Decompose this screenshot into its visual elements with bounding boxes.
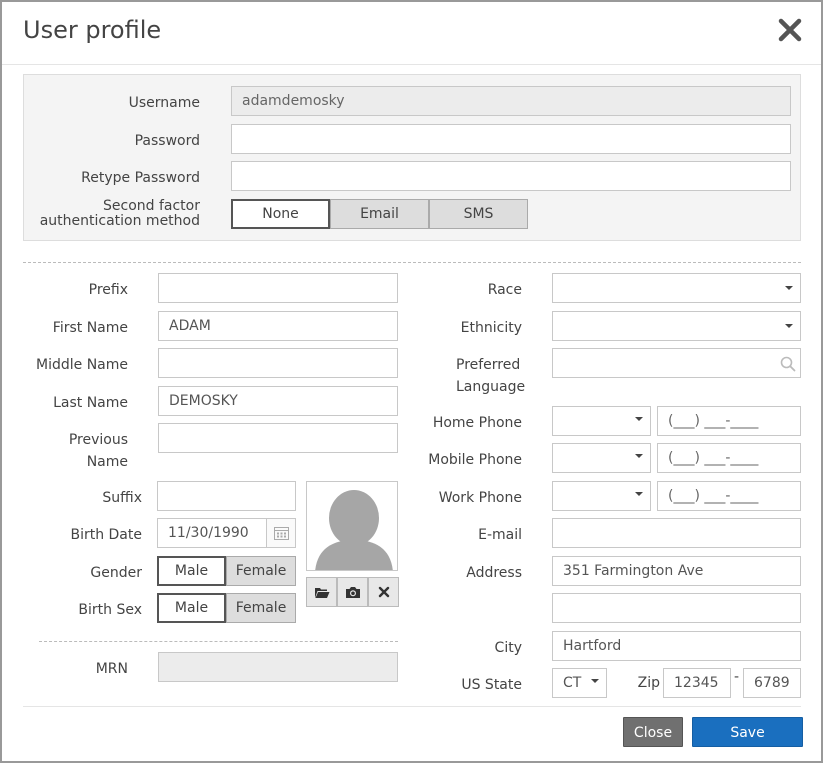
twofactor-email-option[interactable]: Email [330, 199, 429, 229]
retype-password-label: Retype Password [81, 170, 200, 186]
x-icon [378, 586, 389, 598]
middle-name-label: Middle Name [36, 357, 128, 373]
zip-extension-field[interactable]: 6789 [743, 668, 801, 698]
us-state-select[interactable]: CT [552, 668, 607, 698]
close-button[interactable]: Close [623, 717, 683, 747]
chevron-down-icon [785, 286, 793, 290]
avatar-placeholder-icon [315, 490, 393, 570]
password-field[interactable] [231, 124, 791, 154]
previous-name-field[interactable] [158, 423, 398, 453]
home-phone-type-select[interactable] [552, 406, 651, 436]
preferred-language-label: Preferred Language [456, 357, 526, 395]
mrn-field [158, 652, 398, 682]
search-icon [780, 356, 796, 372]
prefix-label: Prefix [88, 282, 128, 298]
save-button[interactable]: Save [692, 717, 803, 747]
twofactor-sms-option[interactable]: SMS [429, 199, 528, 229]
chevron-down-icon [785, 324, 793, 328]
city-label: City [494, 640, 522, 656]
camera-icon [345, 586, 360, 598]
email-field[interactable] [552, 518, 801, 548]
address-line2-field[interactable] [552, 593, 801, 623]
calendar-icon[interactable] [266, 519, 295, 547]
work-phone-type-select[interactable] [552, 481, 651, 511]
footer-divider [23, 706, 801, 707]
zip-label: Zip [637, 675, 660, 691]
retype-password-field[interactable] [231, 161, 791, 191]
last-name-field[interactable]: DEMOSKY [158, 386, 398, 416]
dialog-title: User profile [23, 16, 162, 44]
ethnicity-select[interactable] [552, 311, 801, 341]
home-phone-field[interactable]: (___) ___-____ [657, 406, 801, 436]
mrn-label: MRN [95, 661, 128, 677]
previous-name-label: Previous Name [68, 432, 128, 470]
chevron-down-icon [591, 679, 599, 683]
username-label: Username [128, 95, 200, 111]
chevron-down-icon [635, 454, 643, 458]
user-profile-dialog: User profile Username adamdemosky Passwo… [0, 0, 823, 763]
email-label: E-mail [478, 527, 522, 543]
birth-sex-male-option[interactable]: Male [157, 593, 226, 623]
twofactor-selector: None Email SMS [231, 199, 528, 229]
section-divider [23, 262, 801, 263]
twofactor-label: Second factor authentication method [39, 198, 200, 229]
us-state-label: US State [461, 677, 522, 693]
chevron-down-icon [635, 492, 643, 496]
dialog-header: User profile [2, 2, 821, 65]
middle-name-field[interactable] [158, 348, 398, 378]
profile-photo [306, 481, 398, 571]
city-field[interactable]: Hartford [552, 631, 801, 661]
take-photo-button[interactable] [337, 577, 368, 607]
gender-male-option[interactable]: Male [157, 556, 226, 586]
work-phone-field[interactable]: (___) ___-____ [657, 481, 801, 511]
gender-female-option[interactable]: Female [226, 556, 296, 586]
birth-sex-selector: Male Female [157, 593, 296, 623]
birth-sex-label: Birth Sex [78, 602, 142, 618]
address-label: Address [466, 565, 522, 581]
gender-label: Gender [90, 565, 142, 581]
address-line1-field[interactable]: 351 Farmington Ave [552, 556, 801, 586]
mrn-divider [39, 641, 398, 642]
preferred-language-field[interactable] [552, 348, 801, 378]
first-name-field[interactable]: ADAM [158, 311, 398, 341]
twofactor-none-option[interactable]: None [231, 199, 330, 229]
suffix-label: Suffix [102, 490, 142, 506]
remove-photo-button[interactable] [368, 577, 399, 607]
first-name-label: First Name [52, 320, 128, 336]
birth-sex-female-option[interactable]: Female [226, 593, 296, 623]
suffix-field[interactable] [157, 481, 296, 511]
last-name-label: Last Name [53, 395, 128, 411]
folder-open-icon [314, 587, 329, 598]
work-phone-label: Work Phone [438, 490, 522, 506]
chevron-down-icon [635, 417, 643, 421]
mobile-phone-type-select[interactable] [552, 443, 651, 473]
ethnicity-label: Ethnicity [460, 320, 522, 336]
mobile-phone-field[interactable]: (___) ___-____ [657, 443, 801, 473]
prefix-field[interactable] [158, 273, 398, 303]
mobile-phone-label: Mobile Phone [428, 452, 522, 468]
zip-separator: - [734, 669, 740, 685]
password-label: Password [134, 133, 200, 149]
zip-field[interactable]: 12345 [663, 668, 731, 698]
upload-photo-button[interactable] [306, 577, 337, 607]
home-phone-label: Home Phone [432, 415, 522, 431]
race-label: Race [487, 282, 522, 298]
close-icon[interactable] [776, 16, 804, 44]
username-field: adamdemosky [231, 86, 791, 116]
birth-date-label: Birth Date [70, 527, 142, 543]
race-select[interactable] [552, 273, 801, 303]
gender-selector: Male Female [157, 556, 296, 586]
